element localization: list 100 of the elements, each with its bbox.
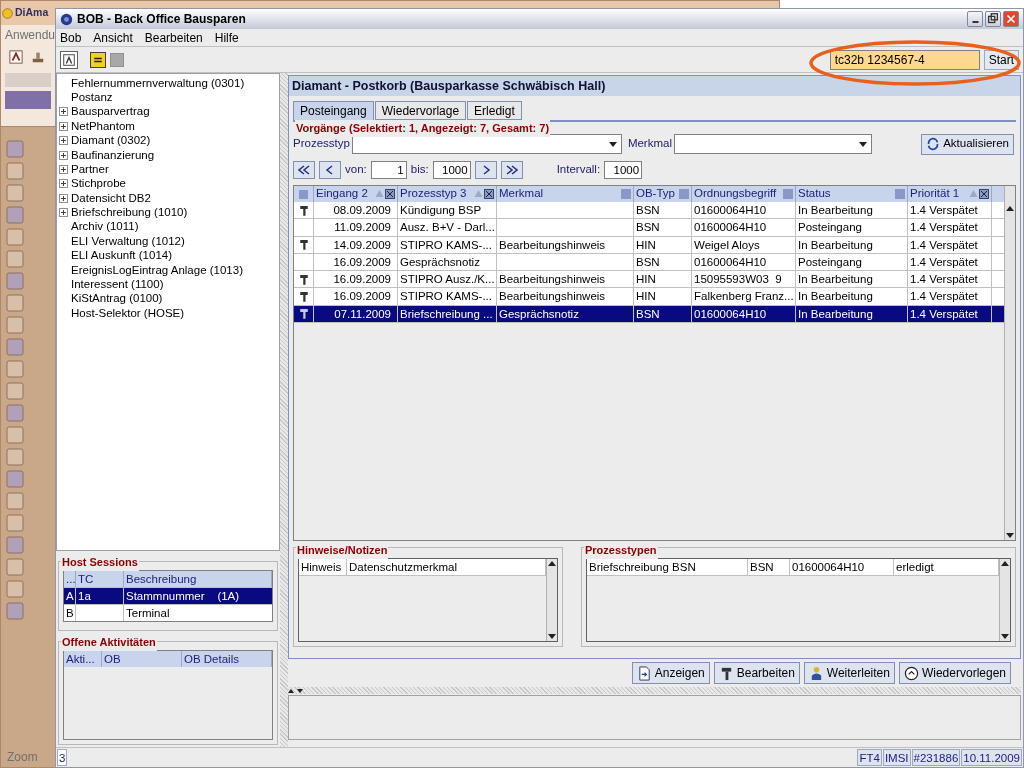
table-cell: 15095593W03 9 — [692, 271, 796, 288]
field-label: Merkmal — [627, 136, 672, 152]
table-cell: Posteingang — [796, 219, 908, 236]
table-cell: HIN — [634, 288, 692, 305]
table-row[interactable]: 11.09.2009 Ausz. B+V - Darl... BSN 01600064H10 Posteingang 1.4 Verspätet — [294, 219, 1004, 237]
table-cell: 1.4 Verspätet — [908, 236, 992, 253]
tab[interactable]: Wiedervorlage — [374, 101, 467, 120]
tab[interactable]: Posteingang — [293, 101, 374, 120]
field-label: bis: — [410, 162, 429, 178]
table-cell: 01600064H10 — [692, 305, 796, 323]
table-cell: BSN — [748, 559, 790, 575]
action-button[interactable]: Anzeigen — [631, 662, 710, 684]
action-button[interactable]: Bearbeiten — [713, 662, 800, 684]
menu-item[interactable]: Anwendu — [5, 26, 56, 44]
expand-icon — [59, 193, 68, 203]
square-icon — [895, 189, 905, 199]
menu-item[interactable]: Bob — [60, 28, 82, 47]
menu-item[interactable]: Bearbeiten — [144, 28, 203, 47]
table-row[interactable]: 16.09.2009 STIPRO KAMS-... Bearbeitungshinweis HIN Falkenberg Franz... In Bearbeitung 1.4 Verspätet — [294, 288, 1004, 306]
column-header[interactable]: Ordnungsbegriff — [694, 185, 777, 203]
first-page-button[interactable] — [293, 161, 315, 179]
scrollbar[interactable] — [999, 559, 1010, 641]
table-cell: Ausz. B+V - Darl... — [398, 219, 497, 236]
close-icon — [385, 189, 395, 199]
search-field[interactable]: tc32b 1234567-4 — [829, 49, 980, 70]
table-row[interactable]: 08.09.2009 Kündigung BSP BSN 01600064H10 In Bearbeitung 1.4 Verspätet — [294, 202, 1004, 220]
action-button[interactable]: Wiedervorlegen — [898, 662, 1011, 684]
expand-icon — [59, 136, 68, 146]
status-field: FT4 — [857, 749, 882, 766]
refresh-button[interactable]: Aktualisieren — [921, 133, 1014, 155]
exit-button[interactable] — [60, 50, 78, 69]
number-field[interactable]: 1000 — [432, 161, 471, 179]
sort-up-icon — [375, 189, 384, 198]
splitter-handle[interactable] — [280, 73, 288, 747]
table-cell: 1.4 Verspätet — [908, 253, 992, 271]
window-title: DiAma — [15, 5, 49, 21]
column-header[interactable]: Eingang 2 — [316, 185, 368, 203]
column-header[interactable]: Merkmal — [499, 185, 544, 203]
table-cell: Hinweis — [299, 559, 347, 575]
number-field[interactable]: 1000 — [604, 161, 643, 179]
selected-row — [5, 91, 51, 109]
menu-item[interactable]: Ansicht — [93, 28, 133, 47]
expand-icon — [59, 208, 68, 218]
expand-icon — [59, 107, 68, 117]
table-cell: 11.09.2009 — [314, 219, 398, 236]
note-button[interactable] — [90, 51, 106, 68]
table-cell: STIPRO KAMS-... — [398, 288, 497, 305]
table-cell-text: Terminal — [125, 606, 171, 621]
table-cell: BSN — [634, 305, 692, 323]
restore-button[interactable] — [985, 11, 1001, 27]
table-cell: HIN — [634, 271, 692, 288]
close-button[interactable] — [1003, 11, 1019, 27]
zoom-label: Zoom — [7, 749, 38, 766]
app-icon — [2, 7, 13, 19]
scroll-up-icon — [547, 559, 557, 569]
last-page-button[interactable] — [500, 161, 523, 179]
previous-page-button[interactable] — [319, 161, 341, 179]
expand-icon — [59, 121, 68, 131]
status-field: #231886 — [911, 749, 961, 766]
table-cell: BSN — [634, 253, 692, 271]
next-page-button[interactable] — [474, 161, 497, 179]
table-cell: 07.11.2009 — [314, 305, 398, 323]
scrollbar[interactable] — [1004, 186, 1015, 540]
number-field[interactable]: 1 — [370, 161, 407, 179]
expand-icon — [59, 165, 68, 175]
table-row[interactable]: 16.09.2009 STIPRO Ausz./K... Bearbeitungshinweis HIN 15095593W03 9 In Bearbeitung 1.4 Verspätet — [294, 271, 1004, 289]
column-header[interactable]: Status — [798, 185, 831, 203]
splitter-handle[interactable] — [288, 687, 1021, 694]
tab[interactable]: Erledigt — [467, 101, 522, 120]
table-cell: Bearbeitungshinweis — [497, 271, 634, 288]
table-cell: Posteingang — [796, 253, 908, 271]
status-field: 10.11.2009 — [961, 749, 1022, 766]
action-button[interactable]: Weiterleiten — [803, 662, 895, 684]
table-cell: Falkenberg Franz... — [692, 288, 796, 305]
table-row[interactable]: B Terminal — [64, 604, 272, 621]
grid-button[interactable] — [110, 52, 124, 67]
square-icon — [783, 189, 793, 199]
minimize-icon — [971, 21, 979, 23]
table-row[interactable]: A 1a Stammnummer (1A) — [64, 587, 272, 604]
close-icon — [979, 189, 989, 199]
table-cell-text: Stammnummer (1A) — [125, 589, 241, 604]
dropdown-field[interactable] — [674, 134, 872, 154]
group-title: Vorgänge (Selektiert: 1, Angezeigt: 7, Gesamt: 7) — [295, 120, 551, 137]
table-cell: In Bearbeitung — [796, 271, 908, 288]
column-header[interactable]: OB-Typ — [636, 185, 675, 203]
close-icon — [484, 189, 494, 199]
minimize-button[interactable] — [967, 11, 983, 27]
column-header[interactable]: Priorität 1 — [910, 185, 960, 203]
scroll-up-icon — [1000, 559, 1010, 569]
column-header[interactable]: OB — [102, 651, 182, 667]
menu-item[interactable]: Hilfe — [214, 28, 239, 47]
column-header[interactable]: OB Details — [182, 651, 272, 667]
table-cell: Kündigung BSP — [398, 202, 497, 219]
window-title: BOB - Back Office Bausparen — [77, 11, 246, 28]
status-field: 3 — [57, 749, 68, 766]
column-header[interactable]: Prozesstyp 3 — [400, 185, 467, 203]
table-cell: Gesprächsnotiz — [497, 305, 634, 323]
square-icon — [299, 189, 308, 199]
column-header[interactable]: Akti... — [64, 651, 102, 667]
scrollbar[interactable] — [546, 559, 557, 641]
